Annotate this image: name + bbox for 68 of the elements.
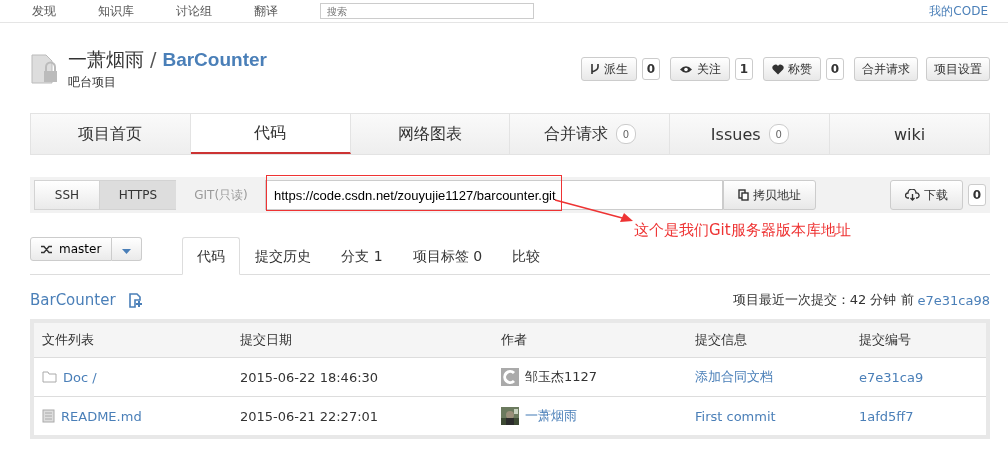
commit-message-link[interactable]: First commit (695, 408, 776, 424)
repo-name[interactable]: BarCounter (162, 49, 267, 71)
commit-message-link[interactable]: 添加合同文档 (695, 369, 773, 384)
copy-button[interactable]: 拷贝地址 (723, 180, 816, 210)
like-button[interactable]: 称赞 (763, 57, 821, 81)
fork-icon (590, 63, 600, 75)
nav-tab[interactable]: Issues 0 (670, 114, 831, 154)
commit-hash-link[interactable]: e7e31ca98 (917, 292, 990, 308)
column-header: 提交编号 (851, 323, 986, 358)
clone-url-field[interactable]: https://code.csdn.net/zouyujie1127/barcounter.git (265, 180, 723, 210)
nav-tab[interactable]: 网络图表 (350, 114, 511, 154)
count-badge: 1 (735, 58, 753, 80)
count-badge: 0 (826, 58, 844, 80)
avatar-icon (501, 368, 519, 386)
column-header: 提交日期 (232, 323, 493, 358)
table-cell: 2015-06-21 22:27:01 (232, 396, 493, 435)
heart-icon (772, 63, 784, 75)
protocol-tab[interactable]: HTTPS (99, 180, 177, 210)
count-badge: 0 (968, 184, 986, 206)
code-tab[interactable]: 代码 (182, 237, 241, 275)
nav-tab[interactable]: 代码 (190, 114, 351, 154)
cloud-download-icon (905, 189, 920, 201)
file-link[interactable]: README.md (61, 408, 142, 424)
last-commit-info: 项目最近一次提交：42 分钟 前 (732, 291, 914, 309)
repo-description: 吧台项目 (68, 74, 117, 91)
column-header: 文件列表 (34, 323, 232, 358)
add-file-icon[interactable] (127, 292, 143, 308)
nav-tab[interactable]: 合并请求 0 (510, 114, 671, 154)
nav-link[interactable]: 讨论组 (176, 2, 212, 20)
column-header: 提交信息 (687, 323, 851, 358)
nav-link[interactable]: 发现 (32, 2, 56, 20)
caret-icon (122, 248, 132, 254)
commit-hash-link[interactable]: e7e31ca9 (859, 369, 924, 385)
dropdown-button[interactable] (112, 237, 143, 261)
lock-file-icon (30, 53, 60, 85)
folder-icon (42, 371, 57, 383)
author-name: 邹玉杰1127 (525, 368, 598, 386)
count-badge: 0 (642, 58, 660, 80)
nav-link[interactable]: 知识库 (98, 2, 134, 20)
download-button[interactable]: 下载 (890, 180, 963, 210)
repo-owner[interactable]: 一萧烟雨 (68, 47, 144, 73)
annotation-text: 这个是我们Git服务器版本库地址 (634, 221, 851, 240)
path-separator: / (150, 48, 157, 70)
eye-icon (679, 64, 693, 74)
author-name[interactable]: 一萧烟雨 (525, 407, 577, 425)
shuffle-icon (41, 244, 53, 254)
file-link[interactable]: Doc / (63, 369, 97, 385)
user-link[interactable]: 我的CODE (929, 2, 988, 20)
branch-button[interactable]: master (30, 237, 113, 261)
header-button[interactable]: 合并请求 (854, 57, 918, 81)
nav-tab[interactable]: 项目首页 (31, 114, 191, 154)
watch-button[interactable]: 关注 (670, 57, 730, 81)
protocol-tab[interactable]: SSH (34, 180, 100, 210)
code-tab[interactable]: 项目标签 0 (397, 237, 498, 275)
fork-button[interactable]: 派生 (581, 57, 637, 81)
nav-tab[interactable]: wiki (830, 114, 989, 154)
commit-hash-link[interactable]: 1afd5ff7 (859, 408, 914, 424)
nav-link[interactable]: 翻译 (254, 2, 278, 20)
search-field[interactable]: 搜索 (320, 3, 534, 19)
code-tab[interactable]: 比较 (497, 237, 556, 275)
path-link[interactable]: BarCounter (30, 291, 116, 309)
code-tab[interactable]: 分支 1 (326, 237, 398, 275)
column-header: 作者 (493, 323, 687, 358)
copy-icon (738, 189, 749, 201)
file-icon (42, 409, 55, 423)
table-cell: 2015-06-22 18:46:30 (232, 357, 493, 397)
code-tab[interactable]: 提交历史 (240, 237, 327, 275)
header-button[interactable]: 项目设置 (926, 57, 990, 81)
